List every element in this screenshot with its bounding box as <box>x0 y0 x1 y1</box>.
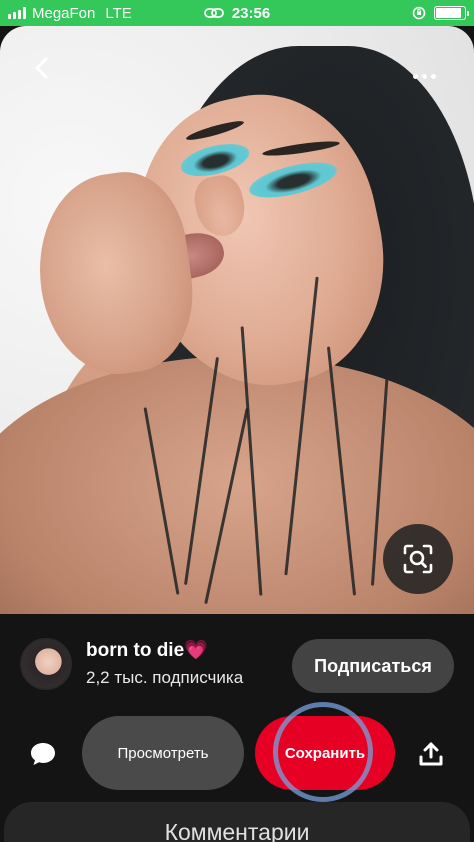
comments-title: Комментарии <box>164 819 310 842</box>
battery-fill <box>436 8 462 18</box>
status-right <box>412 6 469 20</box>
more-dot <box>430 73 436 79</box>
chevron-left-icon <box>35 57 48 79</box>
status-bar: MegaFon LTE 23:56 <box>0 0 474 26</box>
follow-button[interactable]: Подписаться <box>292 639 454 693</box>
network-type: LTE <box>105 4 132 22</box>
view-button[interactable]: Просмотреть <box>82 716 244 790</box>
more-options-button[interactable] <box>404 56 444 96</box>
creator-info[interactable]: born to die💗 2,2 тыс. подписчика <box>20 638 243 690</box>
creator-name[interactable]: born to die💗 <box>86 639 243 663</box>
back-button[interactable] <box>22 48 62 88</box>
carrier-name: MegaFon <box>32 4 96 22</box>
lens-search-icon <box>403 544 433 574</box>
share-button[interactable] <box>410 734 452 774</box>
creator-text: born to die💗 2,2 тыс. подписчика <box>86 639 243 690</box>
link-icon <box>203 8 224 18</box>
visual-search-button[interactable] <box>383 524 453 594</box>
follower-count: 2,2 тыс. подписчика <box>86 667 244 687</box>
comment-button[interactable] <box>22 734 64 774</box>
battery-icon <box>434 6 469 20</box>
status-time: 23:56 <box>231 4 271 22</box>
signal-icon <box>8 7 26 19</box>
more-dots-icon <box>412 73 418 79</box>
share-upload-icon <box>419 742 443 766</box>
avatar[interactable] <box>20 638 72 690</box>
pin-image[interactable] <box>0 26 474 614</box>
status-left: MegaFon LTE <box>8 5 132 22</box>
comments-section[interactable]: Комментарии <box>4 802 470 842</box>
speech-bubble-icon <box>31 743 55 765</box>
more-dot <box>421 73 427 79</box>
save-button[interactable]: Сохранить <box>255 716 395 790</box>
orientation-lock-icon <box>412 6 426 20</box>
